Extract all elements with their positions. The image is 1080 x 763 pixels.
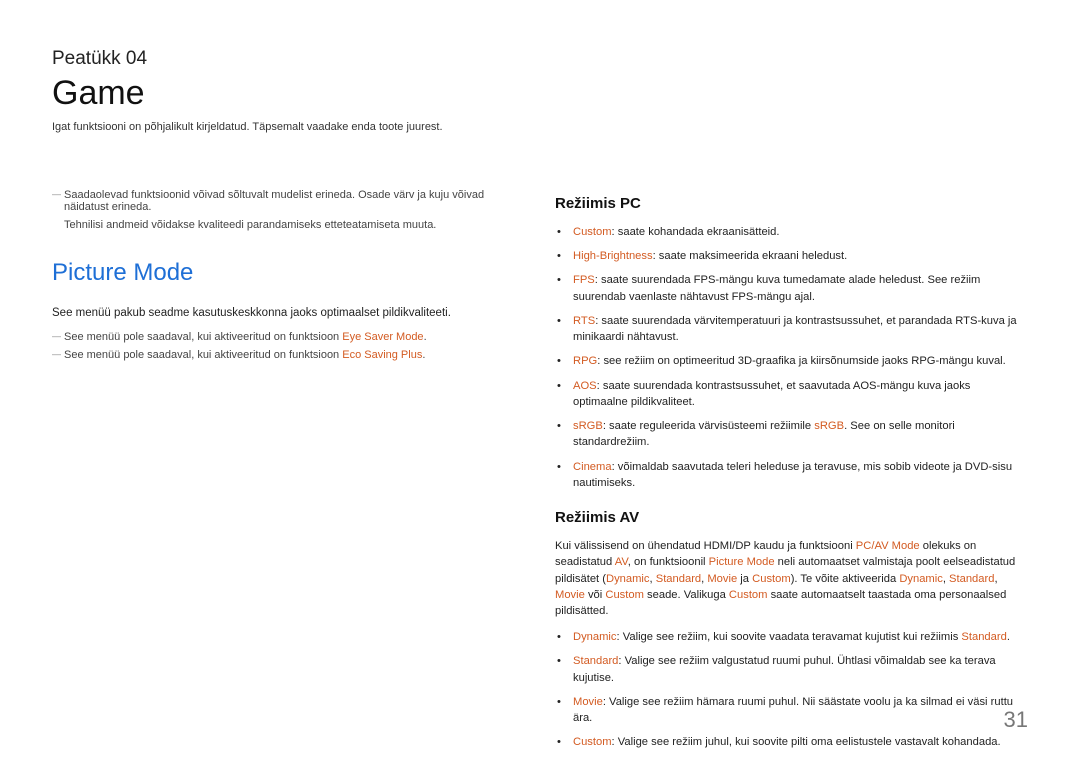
manual-page: Peatükk 04 Game Igat funktsiooni on põhj… xyxy=(0,0,1080,763)
left-column: Saadaolevad funktsioonid võivad sõltuval… xyxy=(52,189,507,759)
av-mode-list: Dynamic: Valige see režiim, kui soovite … xyxy=(555,629,1025,750)
highlight-term: Custom xyxy=(752,573,791,585)
list-item: Standard: Valige see režiim valgustatud … xyxy=(569,653,1025,685)
list-item: sRGB: saate reguleerida värvisüsteemi re… xyxy=(569,418,1025,450)
mode-name: Dynamic xyxy=(573,631,617,643)
note-text: See menüü pole saadaval, kui aktiveeritu… xyxy=(64,349,342,361)
note-eye-saver: See menüü pole saadaval, kui aktiveeritu… xyxy=(52,331,507,343)
highlight-term: Custom xyxy=(605,589,644,601)
list-item: Custom: Valige see režiim juhul, kui soo… xyxy=(569,734,1025,750)
note-eco-saving: See menüü pole saadaval, kui aktiveeritu… xyxy=(52,349,507,361)
highlight-term: Dynamic xyxy=(606,573,650,585)
mode-name: Custom xyxy=(573,736,612,748)
list-item: Dynamic: Valige see režiim, kui soovite … xyxy=(569,629,1025,645)
highlight-eco-saving: Eco Saving Plus xyxy=(342,349,422,361)
mode-name: FPS xyxy=(573,274,595,286)
page-title: Game xyxy=(52,74,1028,113)
highlight-term: AV xyxy=(615,556,628,568)
mode-name: RPG xyxy=(573,355,597,367)
list-item: High-Brightness: saate maksimeerida ekra… xyxy=(569,248,1025,264)
mode-name: AOS xyxy=(573,380,597,392)
av-block: Režiimis AV Kui välissisend on ühendatud… xyxy=(555,509,1025,751)
page-subtitle: Igat funktsiooni on põhjalikult kirjelda… xyxy=(52,121,1028,133)
highlight-term: Custom xyxy=(729,589,768,601)
list-item: AOS: saate suurendada kontrastsussuhet, … xyxy=(569,378,1025,410)
mode-name: Standard xyxy=(961,631,1006,643)
note-availability: Saadaolevad funktsioonid võivad sõltuval… xyxy=(52,189,507,213)
mode-name: RTS xyxy=(573,315,595,327)
highlight-term: Movie xyxy=(707,573,737,585)
list-item: FPS: saate suurendada FPS-mängu kuva tum… xyxy=(569,272,1025,304)
two-column-layout: Saadaolevad funktsioonid võivad sõltuval… xyxy=(52,189,1028,759)
mode-name: sRGB xyxy=(814,420,844,432)
list-item: Movie: Valige see režiim hämara ruumi pu… xyxy=(569,694,1025,726)
note-availability-sub: Tehnilisi andmeid võidakse kvaliteedi pa… xyxy=(52,219,507,231)
mode-name: sRGB xyxy=(573,420,603,432)
highlight-term: Dynamic xyxy=(899,573,943,585)
mode-name: Custom xyxy=(573,226,612,238)
list-item: Custom: saate kohandada ekraanisätteid. xyxy=(569,224,1025,240)
list-item: RTS: saate suurendada värvitemperatuuri … xyxy=(569,313,1025,345)
highlight-term: Standard xyxy=(949,573,994,585)
highlight-eye-saver: Eye Saver Mode xyxy=(342,331,423,343)
chapter-label: Peatükk 04 xyxy=(52,48,1028,70)
picture-mode-description: See menüü pakub seadme kasutuskeskkonna … xyxy=(52,305,507,321)
av-intro-paragraph: Kui välissisend on ühendatud HDMI/DP kau… xyxy=(555,538,1025,619)
list-item: RPG: see režiim on optimeeritud 3D-graaf… xyxy=(569,353,1025,369)
mode-name: Cinema xyxy=(573,461,612,473)
highlight-term: PC/AV Mode xyxy=(856,540,920,552)
page-number: 31 xyxy=(1004,707,1028,733)
highlight-term: Picture Mode xyxy=(709,556,775,568)
mode-name: High-Brightness xyxy=(573,250,653,262)
pc-mode-list: Custom: saate kohandada ekraanisätteid. H… xyxy=(555,224,1025,491)
note-text: See menüü pole saadaval, kui aktiveeritu… xyxy=(64,331,342,343)
heading-mode-pc: Režiimis PC xyxy=(555,195,1025,212)
mode-name: Standard xyxy=(573,655,618,667)
heading-mode-av: Režiimis AV xyxy=(555,509,1025,526)
mode-name: Movie xyxy=(573,696,603,708)
section-heading-picture-mode: Picture Mode xyxy=(52,259,507,287)
highlight-term: Movie xyxy=(555,589,585,601)
list-item: Cinema: võimaldab saavutada teleri heled… xyxy=(569,459,1025,491)
highlight-term: Standard xyxy=(656,573,701,585)
right-column: Režiimis PC Custom: saate kohandada ekra… xyxy=(555,189,1025,759)
